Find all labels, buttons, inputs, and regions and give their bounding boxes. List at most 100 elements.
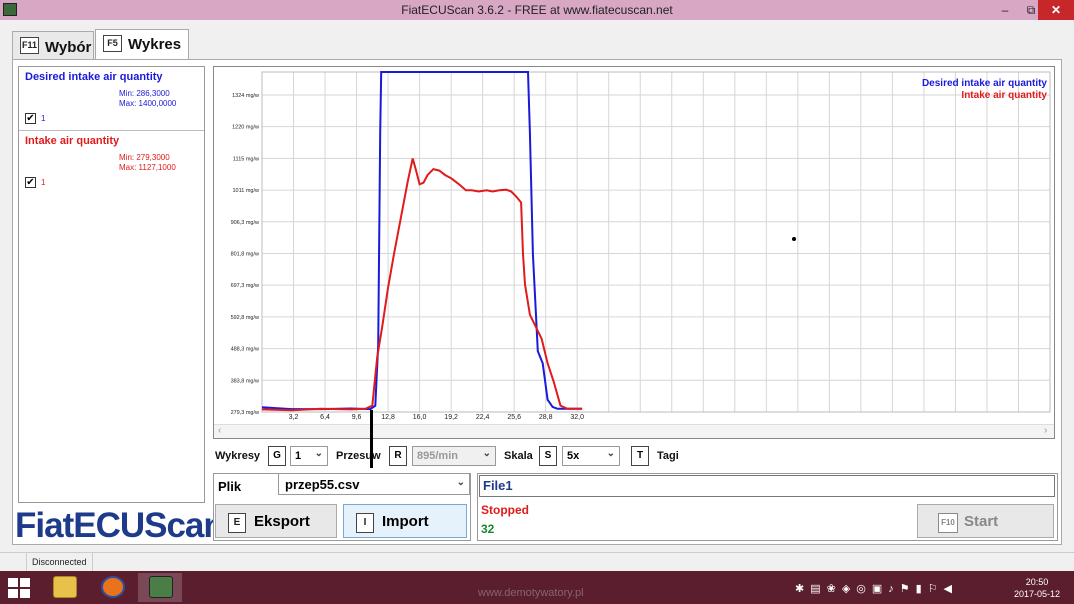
y-tick-label: 801,8 mg/w: [231, 251, 259, 257]
file-select[interactable]: przep55.csv ⌄: [278, 473, 470, 495]
tab-wybor-label: Wybór: [45, 39, 92, 56]
start-button[interactable]: F10 Start: [917, 504, 1054, 538]
legend-item-intake[interactable]: Intake air quantity Min: 279,3000 Max: 1…: [19, 131, 204, 191]
start-key: F10: [938, 513, 958, 533]
x-tick-label: 3,2: [289, 414, 299, 421]
chart-scrollbar[interactable]: ‹ ›: [214, 424, 1054, 438]
y-tick-label: 279,3 mg/w: [231, 410, 259, 416]
eksport-button[interactable]: E Eksport: [215, 504, 337, 538]
wykresy-label: Wykresy: [215, 450, 261, 462]
start-label: Start: [964, 513, 999, 530]
clock-time: 20:50: [1025, 577, 1049, 587]
x-tick-label: 6,4: [320, 414, 330, 421]
file-select-value: przep55.csv: [285, 477, 360, 492]
wykresy-value: 1: [295, 450, 302, 462]
chevron-down-icon: ⌄: [606, 448, 615, 459]
taskbar-clock[interactable]: 20:50 2017-05-12: [1012, 576, 1062, 600]
y-tick-label: 592,8 mg/w: [231, 315, 259, 321]
y-tick-label: 906,3 mg/w: [231, 220, 259, 226]
title-bar: FiatECUScan 3.6.2 - FREE at www.fiatecus…: [0, 0, 1074, 20]
legend-name: Desired intake air quantity: [25, 71, 163, 83]
status-text: Stopped: [481, 503, 529, 517]
app-logo: FiatECUScan: [15, 506, 225, 545]
y-tick-label: 383,8 mg/w: [231, 378, 259, 384]
eksport-key: E: [228, 513, 246, 533]
legend-checkbox[interactable]: ✔: [25, 177, 36, 188]
chart-area[interactable]: 279,3 mg/w 383,8 mg/w 488,3 mg/w 592,8 mg/w…: [213, 66, 1055, 439]
app-window: FiatECUScan 3.6.2 - FREE at www.fiatecus…: [0, 0, 1074, 604]
y-tick-label: 1115 mg/w: [233, 156, 259, 162]
wykresy-select[interactable]: 1 ⌄: [290, 446, 328, 466]
firefox-icon[interactable]: [90, 573, 134, 602]
watermark: www.demotywatory.pl: [478, 587, 584, 599]
przesuw-select[interactable]: 895/min ⌄: [412, 446, 496, 466]
przesuw-key[interactable]: R: [389, 446, 407, 466]
legend-number: 1: [41, 178, 46, 187]
przesuw-label: Przesuw: [336, 450, 381, 462]
legend-number: 1: [41, 114, 46, 123]
legend-checkbox[interactable]: ✔: [25, 113, 36, 124]
chart-svg: 279,3 mg/w 383,8 mg/w 488,3 mg/w 592,8 mg/w…: [231, 71, 1051, 421]
tagi-key[interactable]: T: [631, 446, 649, 466]
chevron-down-icon: ⌄: [482, 448, 491, 459]
y-tick-label: 697,3 mg/w: [231, 283, 259, 289]
eksport-label: Eksport: [254, 513, 310, 530]
y-tick-label: 488,3 mg/w: [231, 347, 259, 353]
tab-wykres[interactable]: F5 Wykres: [95, 29, 189, 59]
status-bar: Disconnected: [0, 552, 1074, 571]
tab-wybor[interactable]: F11 Wybór: [12, 31, 94, 59]
x-tick-label: 19,2: [444, 414, 458, 421]
windows-start-icon[interactable]: [8, 578, 30, 598]
file-explorer-icon[interactable]: [42, 573, 86, 602]
legend-item-desired[interactable]: Desired intake air quantity Min: 286,300…: [19, 67, 204, 131]
minimize-button[interactable]: –: [992, 0, 1018, 20]
skala-label: Skala: [504, 450, 533, 462]
skala-value: 5x: [567, 450, 580, 462]
legend-max: Max: 1127,1000: [119, 163, 176, 172]
fiatecuscan-taskbar-icon[interactable]: [138, 573, 182, 602]
x-tick-label: 25,6: [507, 414, 521, 421]
legend-max: Max: 1400,0000: [119, 99, 177, 108]
plik-label: Plik: [218, 479, 242, 494]
x-tick-label: 9,6: [352, 414, 362, 421]
window-title: FiatECUScan 3.6.2 - FREE at www.fiatecus…: [401, 3, 673, 17]
marker-line: [370, 410, 373, 468]
import-key: I: [356, 513, 374, 533]
tagi-label[interactable]: Tagi: [657, 450, 679, 462]
legend-min: Min: 279,3000: [119, 153, 170, 162]
scroll-right-icon[interactable]: ›: [1044, 425, 1047, 436]
tab-wybor-key: F11: [20, 37, 39, 54]
x-tick-label: 28,8: [539, 414, 553, 421]
x-tick-label: 16,0: [413, 414, 427, 421]
chevron-down-icon: ⌄: [456, 477, 465, 488]
series-legend-panel: Desired intake air quantity Min: 286,300…: [18, 66, 205, 503]
clock-date: 2017-05-12: [1013, 589, 1061, 599]
connection-status: Disconnected: [27, 553, 93, 571]
przesuw-value: 895/min: [417, 450, 458, 462]
import-button[interactable]: I Import: [343, 504, 467, 538]
system-tray-icons[interactable]: ✱▤❀◈◎▣♪⚑▮⚐◀: [795, 582, 958, 595]
legend-min: Min: 286,3000: [119, 89, 170, 98]
status-cell-empty: [0, 553, 27, 571]
filename-field[interactable]: File1: [479, 475, 1055, 497]
close-button[interactable]: ✕: [1038, 0, 1074, 20]
tab-wykres-key: F5: [103, 35, 122, 52]
x-tick-label: 32,0: [570, 414, 584, 421]
tab-wykres-label: Wykres: [128, 36, 182, 53]
x-tick-label: 22,4: [476, 414, 490, 421]
scroll-left-icon[interactable]: ‹: [218, 425, 221, 436]
sample-count: 32: [481, 522, 495, 536]
import-label: Import: [382, 513, 429, 530]
y-tick-label: 1011 mg/w: [233, 188, 260, 194]
series-line-desired: [261, 71, 583, 411]
x-tick-label: 12,8: [381, 414, 395, 421]
wykresy-key[interactable]: G: [268, 446, 286, 466]
chart-legend-label: Desired intake air quantity: [922, 78, 1047, 89]
skala-key[interactable]: S: [539, 446, 557, 466]
y-tick-label: 1220 mg/w: [232, 125, 259, 131]
skala-select[interactable]: 5x ⌄: [562, 446, 620, 466]
cursor-dot: [792, 237, 796, 241]
legend-name: Intake air quantity: [25, 135, 120, 147]
chart-legend-label: Intake air quantity: [961, 90, 1047, 101]
chevron-down-icon: ⌄: [314, 448, 323, 459]
